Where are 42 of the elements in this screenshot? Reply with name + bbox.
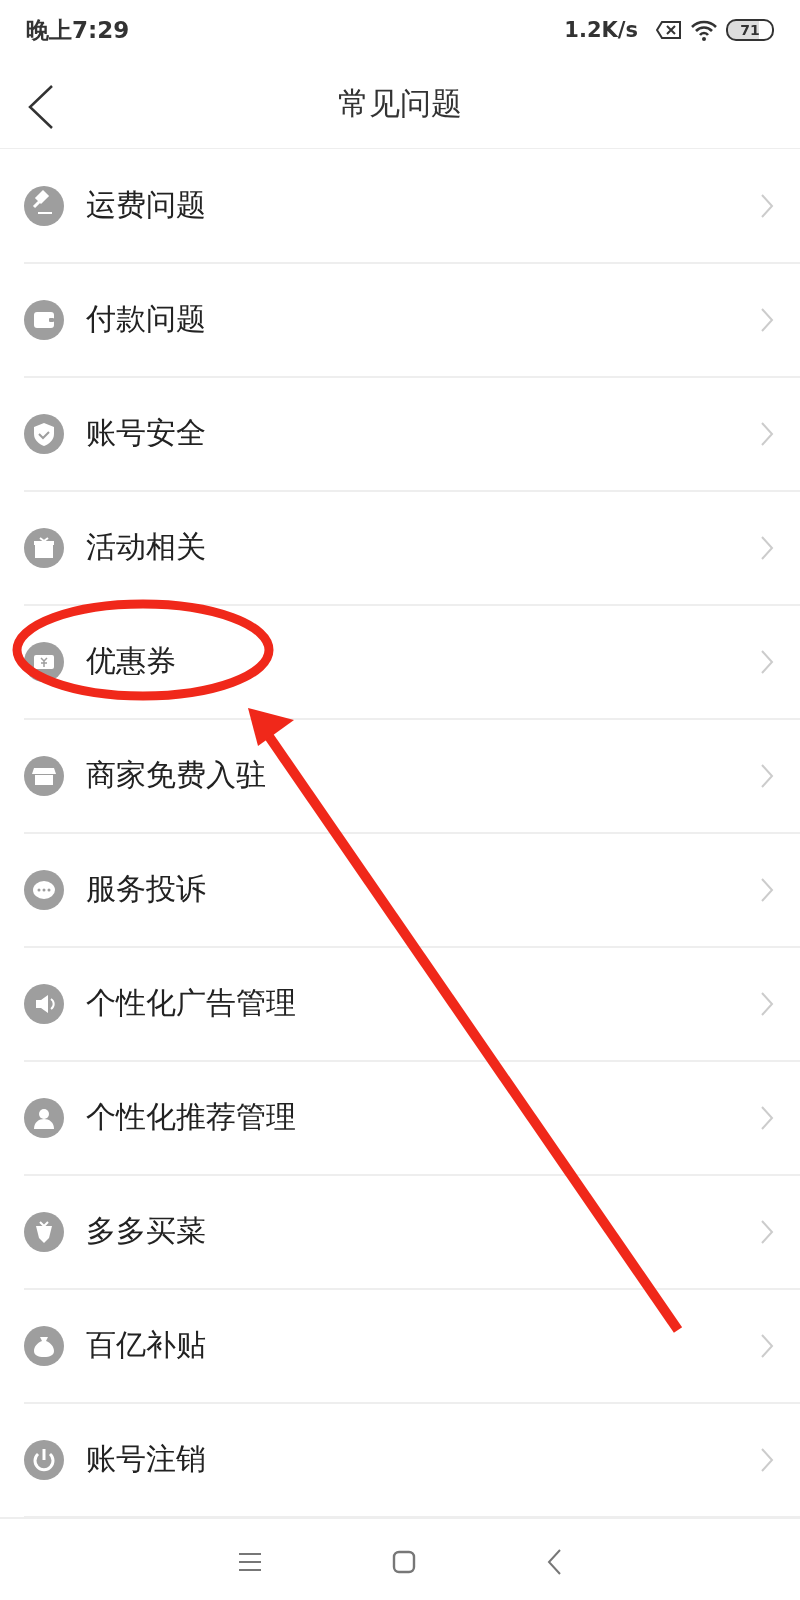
faq-list-item[interactable]: 百亿补贴 <box>24 1289 800 1404</box>
chevron-right-icon <box>760 648 774 675</box>
page-title: 常见问题 <box>338 84 462 123</box>
faq-list-item[interactable]: 付款问题 <box>24 263 800 378</box>
person-icon <box>24 1097 64 1138</box>
chevron-right-icon <box>760 1332 774 1359</box>
gavel-icon <box>24 185 64 226</box>
chevron-right-icon <box>760 1218 774 1245</box>
home-button[interactable] <box>392 1550 416 1574</box>
speaker-icon <box>24 983 64 1024</box>
chevron-right-icon <box>760 990 774 1017</box>
carrot-icon <box>24 1211 64 1252</box>
faq-list-item[interactable]: 多多买菜 <box>24 1175 800 1290</box>
chevron-right-icon <box>760 1446 774 1473</box>
storefront-icon <box>24 755 64 796</box>
chevron-right-icon <box>760 876 774 903</box>
wifi-icon <box>690 19 718 41</box>
faq-list-item[interactable]: 账号注销 <box>24 1403 800 1518</box>
chevron-right-icon <box>760 192 774 219</box>
chat-bubble-icon <box>24 869 64 910</box>
faq-list-item[interactable]: 个性化广告管理 <box>24 947 800 1062</box>
faq-list-item[interactable]: 运费问题 <box>24 149 800 264</box>
chevron-right-icon <box>760 420 774 447</box>
no-sim-icon <box>656 20 682 40</box>
power-icon <box>24 1439 64 1480</box>
chevron-right-icon <box>760 762 774 789</box>
chevron-right-icon <box>760 534 774 561</box>
chevron-right-icon <box>760 306 774 333</box>
shield-icon <box>24 413 64 454</box>
gift-icon <box>24 527 64 568</box>
menu-button[interactable] <box>238 1551 262 1573</box>
chevron-right-icon <box>760 1104 774 1131</box>
faq-list-item[interactable]: 个性化推荐管理 <box>24 1061 800 1176</box>
wallet-icon <box>24 299 64 340</box>
status-time: 晚上7:29 <box>26 15 130 45</box>
money-bag-icon <box>24 1325 64 1366</box>
coupon-icon <box>24 641 64 682</box>
faq-list-item[interactable]: 服务投诉 <box>24 833 800 948</box>
faq-list-item[interactable]: 活动相关 <box>24 491 800 606</box>
faq-list-item[interactable]: 账号安全 <box>24 377 800 492</box>
battery-indicator: 71 <box>726 19 774 41</box>
network-speed: 1.2K/s <box>564 18 638 42</box>
